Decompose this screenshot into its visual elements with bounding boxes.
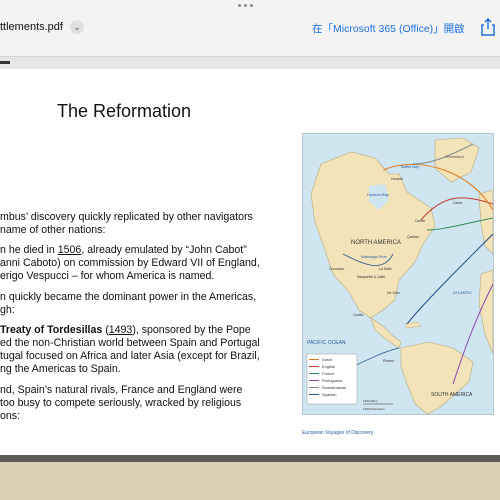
label-marquette: Marquette & Joliet <box>357 275 385 279</box>
slide-page: The Reformation mbus’ discovery quickly … <box>0 69 500 455</box>
label-atlantic: ATLANTIC <box>453 290 472 295</box>
label-coronado: Coronado <box>329 267 344 271</box>
slide-text-line: too busy to compete seriously, wracked b… <box>0 397 242 409</box>
label-mississippi: Mississippi River <box>361 255 388 259</box>
legend-label: English <box>322 364 336 369</box>
label-quebec: Quebec <box>407 235 420 239</box>
label-south-america: SOUTH AMERICA <box>431 392 473 398</box>
slide-text-line: ng the Americas to Spain. <box>0 363 121 375</box>
slide-text-line: ons: <box>0 410 21 422</box>
document-title[interactable]: ttlements.pdf <box>0 21 63 33</box>
year-link[interactable]: 1493 <box>109 324 133 336</box>
legend-swatch <box>309 386 319 389</box>
label-cartier: Cartier <box>415 219 426 223</box>
label-de-soto: De Soto <box>387 291 400 295</box>
label-baffin: Baffin Bay <box>401 164 419 169</box>
pdf-toolbar: ttlements.pdf ⌄ 在「Microsoft 365 (Office)… <box>0 0 500 56</box>
slide-text-line: name of other nations: <box>0 224 106 236</box>
label-pizarro: Pizarro <box>383 359 394 363</box>
label-north-america: NORTH AMERICA <box>351 240 401 246</box>
window-handle[interactable] <box>238 4 253 7</box>
slide-paragraph-line: Treaty of Tordesillas (1493), sponsored … <box>0 324 251 336</box>
slide-text-line: mbus’ discovery quickly replicated by ot… <box>0 211 253 223</box>
label-cabot: Cabot <box>453 201 462 205</box>
chevron-down-icon[interactable]: ⌄ <box>70 20 84 34</box>
legend-label: Scandinavian <box>322 385 347 390</box>
legend-swatch <box>309 365 319 368</box>
voyages-map: NORTH AMERICA SOUTH AMERICA PACIFIC OCEA… <box>302 133 494 415</box>
legend-entry: English <box>309 363 357 370</box>
treaty-name: Treaty of Tordesillas <box>0 324 103 336</box>
slide-text-line: tugal focused on Africa and later Asia (… <box>0 350 260 362</box>
next-slide-map-image <box>0 462 500 500</box>
legend-label: Portuguese <box>322 378 343 383</box>
label-pacific: PACIFIC OCEAN <box>307 340 346 346</box>
legend-swatch <box>309 393 319 396</box>
open-in-office-button[interactable]: 在「Microsoft 365 (Office)」開啟 <box>312 21 465 36</box>
legend-entry: Dutch <box>309 356 357 363</box>
slide-text-line: ed the non-Christian world between Spain… <box>0 337 260 349</box>
slide-text-line: nd, Spain’s natural rivals, France and E… <box>0 384 243 396</box>
label-la-salle: La Salle <box>379 267 392 271</box>
legend-entry: Scandinavian <box>309 384 357 391</box>
slide-text-line: n quickly became the dominant power in t… <box>0 291 257 303</box>
slide-text-line: erigo Vespucci – for whom America is nam… <box>0 270 215 282</box>
map-caption: European Voyages of Discovery <box>302 430 374 436</box>
scale-miles: 1500 Miles <box>363 399 378 403</box>
legend-items: Dutch English French Portuguese Scandinavian… <box>309 356 357 398</box>
slide-text-line: anni Caboto) on commission by Edward VII… <box>0 257 260 269</box>
label-greenland: Greenland <box>445 154 464 159</box>
legend-entry: Portuguese <box>309 377 357 384</box>
label-hudson: Hudson Bay <box>367 192 389 197</box>
legend-label: French <box>322 371 335 376</box>
slide-paragraph-line: n he died in 1506, already emulated by “… <box>0 244 247 256</box>
legend-swatch <box>309 358 319 361</box>
slide-title: The Reformation <box>57 101 192 121</box>
scale-km: 1500 Kilometers <box>363 407 385 411</box>
share-icon[interactable] <box>480 18 496 36</box>
slide-text-line: gh: <box>0 304 15 316</box>
label-hudson-explorer: Hudson <box>391 177 403 181</box>
legend-swatch <box>309 372 319 375</box>
legend-entry: French <box>309 370 357 377</box>
label-cortes: Cortés <box>353 313 364 317</box>
legend-label: Dutch <box>322 357 333 362</box>
legend-swatch <box>309 379 319 382</box>
legend-label: Spanish <box>322 392 337 397</box>
legend-entry: Spanish <box>309 391 357 398</box>
year-link[interactable]: 1506 <box>58 244 82 256</box>
page-gap <box>0 57 500 69</box>
next-slide-preview <box>0 455 500 500</box>
